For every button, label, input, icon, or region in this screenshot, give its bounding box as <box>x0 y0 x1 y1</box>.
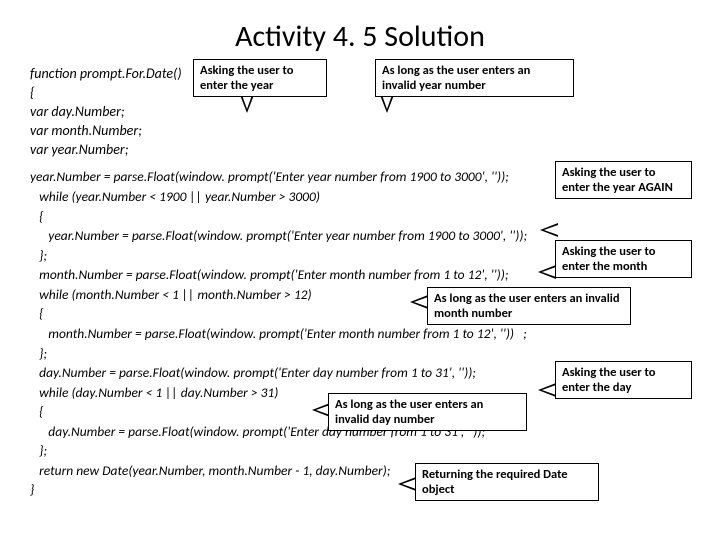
pointer-icon <box>398 477 416 491</box>
callout-enter-day: Asking the user to enter the day <box>555 361 692 399</box>
pointer-icon <box>380 95 394 113</box>
function-declaration: function prompt.For.Date() { var day.Num… <box>30 65 690 159</box>
pointer-icon <box>540 223 558 237</box>
callout-enter-year: Asking the user to enter the year <box>193 59 327 97</box>
slide-content: function prompt.For.Date() { var day.Num… <box>0 65 720 500</box>
callout-return-date: Returning the required Date object <box>415 463 599 501</box>
callout-invalid-year: As long as the user enters an invalid ye… <box>375 59 574 97</box>
slide-title: Activity 4. 5 Solution <box>0 18 720 55</box>
decl-line4: var month.Number; <box>30 122 690 141</box>
decl-line2: { <box>30 84 690 103</box>
decl-line3: var day.Number; <box>30 103 690 122</box>
decl-line1: function prompt.For.Date() <box>30 65 690 84</box>
pointer-icon <box>538 383 556 397</box>
callout-invalid-month: As long as the user enters an invalid mo… <box>427 287 631 325</box>
code-block: year.Number = parse.Float(window. prompt… <box>30 167 690 500</box>
pointer-icon <box>410 295 428 309</box>
pointer-icon <box>538 265 556 279</box>
callout-invalid-day: As long as the user enters an invalid da… <box>328 393 527 431</box>
decl-line5: var year.Number; <box>30 141 690 160</box>
pointer-icon <box>240 95 254 113</box>
callout-enter-month: Asking the user to enter the month <box>555 240 692 278</box>
callout-enter-year-again: Asking the user to enter the year AGAIN <box>555 161 692 199</box>
